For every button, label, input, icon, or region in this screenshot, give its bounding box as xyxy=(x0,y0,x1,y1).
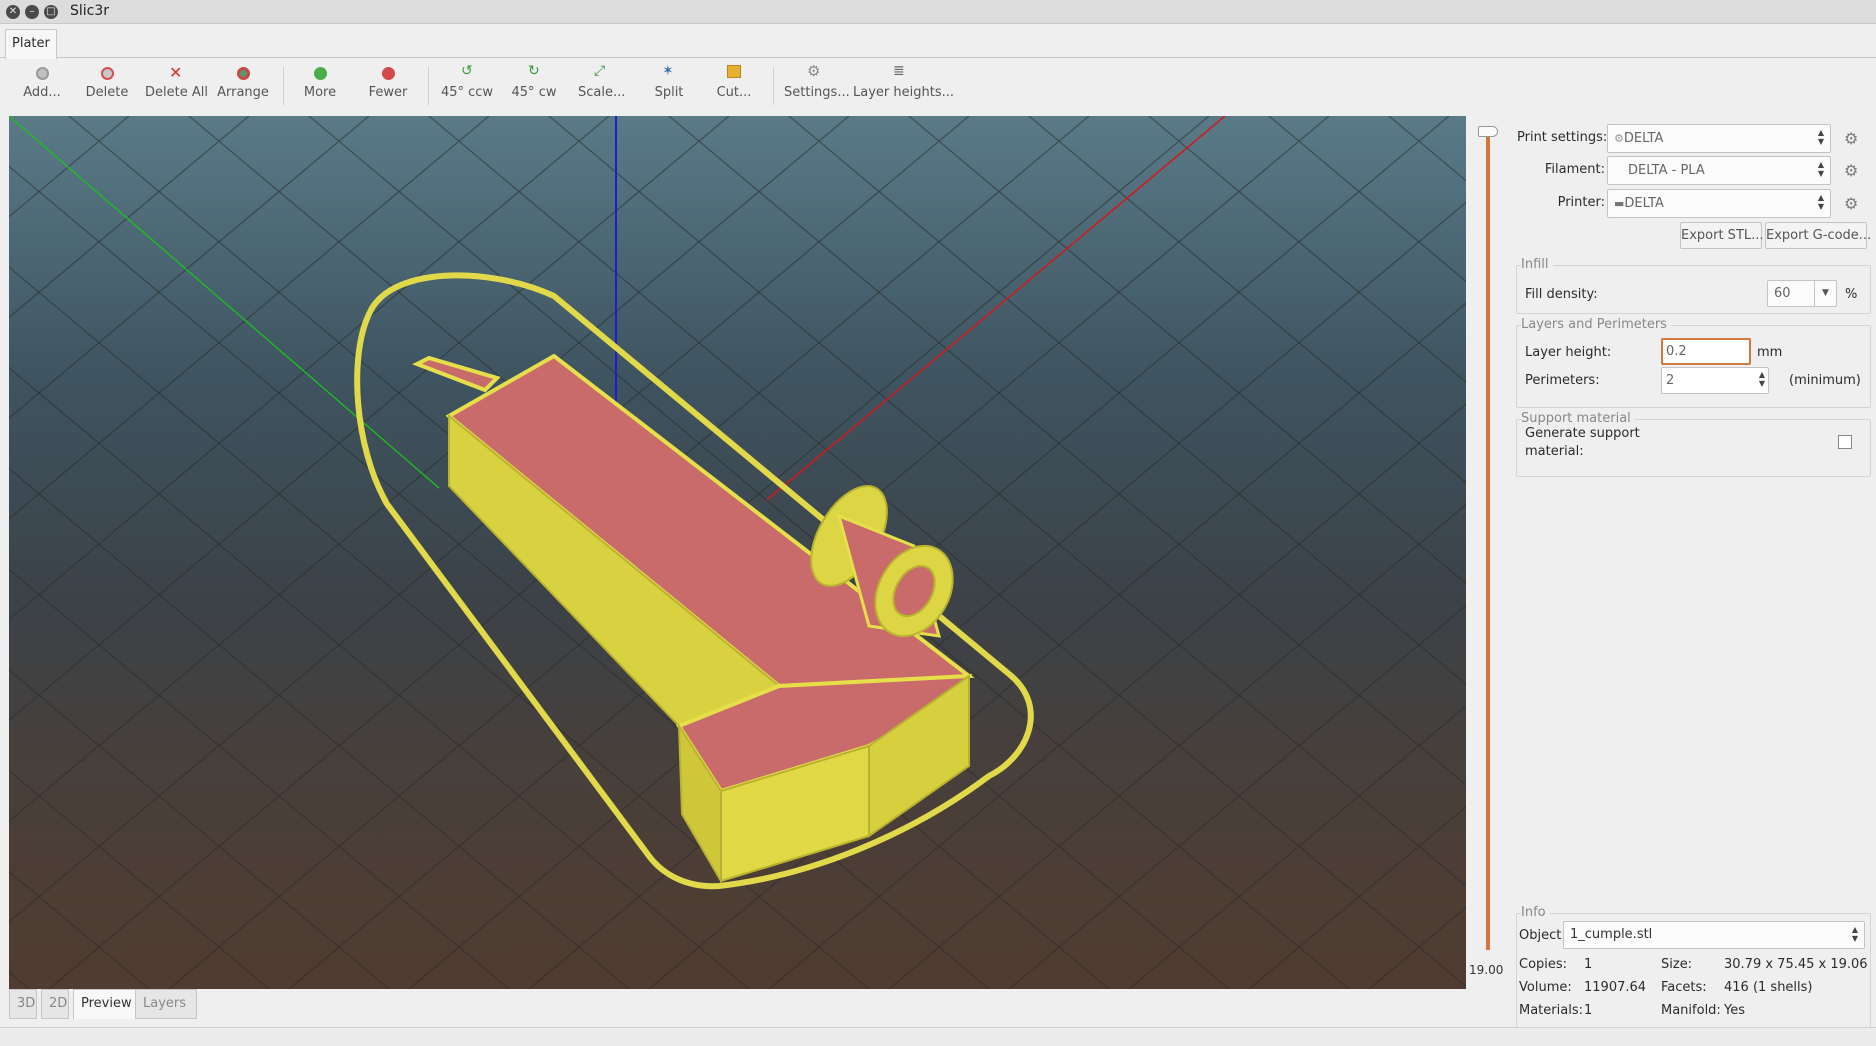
plus-circle-icon xyxy=(298,63,342,85)
facets-label: Facets: xyxy=(1661,980,1707,995)
print-settings-select[interactable]: ⚙DELTA ▲ ▼ xyxy=(1607,124,1831,153)
manifold-label: Manifold: xyxy=(1661,1003,1721,1018)
export-gcode-button[interactable]: Export G-code... xyxy=(1765,222,1871,249)
layer-height-input[interactable]: 0.2 xyxy=(1661,338,1751,365)
split-icon: ✶ xyxy=(662,63,674,79)
volume-value: 11907.64 xyxy=(1584,980,1647,995)
settings-button[interactable]: ⚙ Settings... xyxy=(784,62,850,111)
materials-label: Materials: xyxy=(1519,1003,1583,1018)
object-label: Object: xyxy=(1519,928,1566,943)
layer-heights-button[interactable]: ≣ Layer heights... xyxy=(853,63,954,111)
layers-icon: ≣ xyxy=(893,63,905,79)
gear-icon: ⚙ xyxy=(1614,132,1624,145)
rotate-ccw-icon: ↺ xyxy=(461,63,473,79)
support-title: Support material xyxy=(1521,411,1635,426)
layers-title: Layers and Perimeters xyxy=(1521,317,1671,332)
printer-gear-icon[interactable]: ⚙ xyxy=(1844,194,1858,213)
generate-support-label-line2: material: xyxy=(1525,444,1584,459)
window-title: Slic3r xyxy=(70,3,110,19)
size-value: 30.79 x 75.45 x 19.06 xyxy=(1724,957,1868,972)
plater-toolbar: Add... Delete ✕ Delete All Arrange More … xyxy=(0,59,1876,114)
printer-icon: ▬ xyxy=(1614,197,1625,210)
infill-title: Infill xyxy=(1521,257,1553,272)
layer-height-label: Layer height: xyxy=(1525,345,1612,360)
tab-part xyxy=(412,355,501,393)
cut-cube-icon xyxy=(716,63,752,85)
printer-select[interactable]: ▬DELTA ▲ ▼ xyxy=(1607,189,1831,218)
perimeters-unit: (minimum) xyxy=(1789,373,1861,388)
more-button[interactable]: More xyxy=(298,63,342,111)
tab-3d[interactable]: 3D xyxy=(9,989,37,1019)
rotate-cw-icon: ↻ xyxy=(528,63,540,79)
layer-height-unit: mm xyxy=(1757,345,1783,360)
spin-arrows-icon: ▲ ▼ xyxy=(1851,925,1858,943)
settings-panel: Print settings: ⚙DELTA ▲ ▼ ⚙ Filament: DE… xyxy=(1511,116,1876,1028)
tab-layers[interactable]: Layers xyxy=(135,989,197,1019)
scale-button[interactable]: ⤢ Scale... xyxy=(578,63,625,111)
volume-label: Volume: xyxy=(1519,980,1572,995)
arrange-button[interactable]: Arrange xyxy=(214,63,272,111)
delete-object-icon xyxy=(82,63,132,85)
generate-support-checkbox[interactable] xyxy=(1838,435,1852,449)
spin-arrows-icon: ▲ ▼ xyxy=(1817,128,1824,146)
preview-viewport[interactable] xyxy=(9,116,1466,989)
spin-arrows-icon: ▲ ▼ xyxy=(1817,193,1824,211)
facets-value: 416 (1 shells) xyxy=(1724,980,1813,995)
delete-all-button[interactable]: ✕ Delete All xyxy=(145,63,208,111)
delete-all-icon: ✕ xyxy=(169,63,183,82)
info-title: Info xyxy=(1521,905,1550,920)
copies-label: Copies: xyxy=(1519,957,1568,972)
add-object-icon xyxy=(18,63,66,85)
delete-button[interactable]: Delete xyxy=(82,63,132,111)
filament-select[interactable]: DELTA - PLA ▲ ▼ xyxy=(1607,156,1831,185)
copies-value: 1 xyxy=(1584,957,1593,972)
toolbar-separator xyxy=(283,67,284,105)
x-axis-line xyxy=(766,116,1226,501)
fill-density-select[interactable]: 60 ▼ xyxy=(1767,280,1837,307)
toolbar-separator xyxy=(773,67,774,105)
fewer-button[interactable]: Fewer xyxy=(365,63,411,111)
minus-circle-icon xyxy=(365,63,411,85)
cut-button[interactable]: Cut... xyxy=(716,63,752,111)
main-tab-bar: Plater xyxy=(0,25,1876,59)
manifold-value: Yes xyxy=(1724,1003,1745,1018)
perimeters-stepper[interactable]: 2 ▲ ▼ xyxy=(1661,367,1769,394)
close-window-icon[interactable]: ✕ xyxy=(6,5,20,19)
status-bar xyxy=(0,1027,1876,1046)
gear-icon: ⚙ xyxy=(807,62,821,80)
layer-slider-handle[interactable] xyxy=(1478,126,1498,137)
export-stl-button[interactable]: Export STL... xyxy=(1680,222,1764,249)
layer-slider-track[interactable] xyxy=(1486,128,1490,950)
perimeters-label: Perimeters: xyxy=(1525,373,1600,388)
spin-arrows-icon: ▲ ▼ xyxy=(1817,160,1824,178)
title-bar: ✕ – □ Slic3r xyxy=(0,0,1876,24)
printer-label: Printer: xyxy=(1557,195,1605,210)
size-label: Size: xyxy=(1661,957,1693,972)
rotate-cw-button[interactable]: ↻ 45° cw xyxy=(511,63,557,111)
maximize-window-icon[interactable]: □ xyxy=(44,5,58,19)
chevron-down-icon: ▼ xyxy=(1814,281,1836,306)
add-button[interactable]: Add... xyxy=(18,63,66,111)
toolbar-separator xyxy=(428,67,429,105)
split-button[interactable]: ✶ Split xyxy=(649,63,689,111)
spin-arrows-icon: ▲ ▼ xyxy=(1758,370,1765,388)
tab-plater[interactable]: Plater xyxy=(5,29,57,59)
fill-density-label: Fill density: xyxy=(1525,287,1598,302)
tab-2d[interactable]: 2D xyxy=(41,989,69,1019)
print-settings-gear-icon[interactable]: ⚙ xyxy=(1844,129,1858,148)
object-select[interactable]: 1_cumple.stl ▲ ▼ xyxy=(1563,921,1865,949)
scale-icon: ⤢ xyxy=(594,63,606,79)
arrange-icon xyxy=(214,63,272,85)
print-settings-label: Print settings: xyxy=(1517,130,1608,145)
tab-preview[interactable]: Preview xyxy=(73,989,141,1019)
generate-support-label-line1: Generate support xyxy=(1525,426,1640,441)
filament-gear-icon[interactable]: ⚙ xyxy=(1844,161,1858,180)
materials-value: 1 xyxy=(1584,1003,1593,1018)
rotate-ccw-button[interactable]: ↺ 45° ccw xyxy=(440,63,494,111)
fill-density-unit: % xyxy=(1845,287,1858,302)
minimize-window-icon[interactable]: – xyxy=(25,5,39,19)
filament-label: Filament: xyxy=(1544,162,1605,177)
preview-canvas xyxy=(9,116,1466,989)
layer-slider-value: 19.00 xyxy=(1469,963,1504,977)
